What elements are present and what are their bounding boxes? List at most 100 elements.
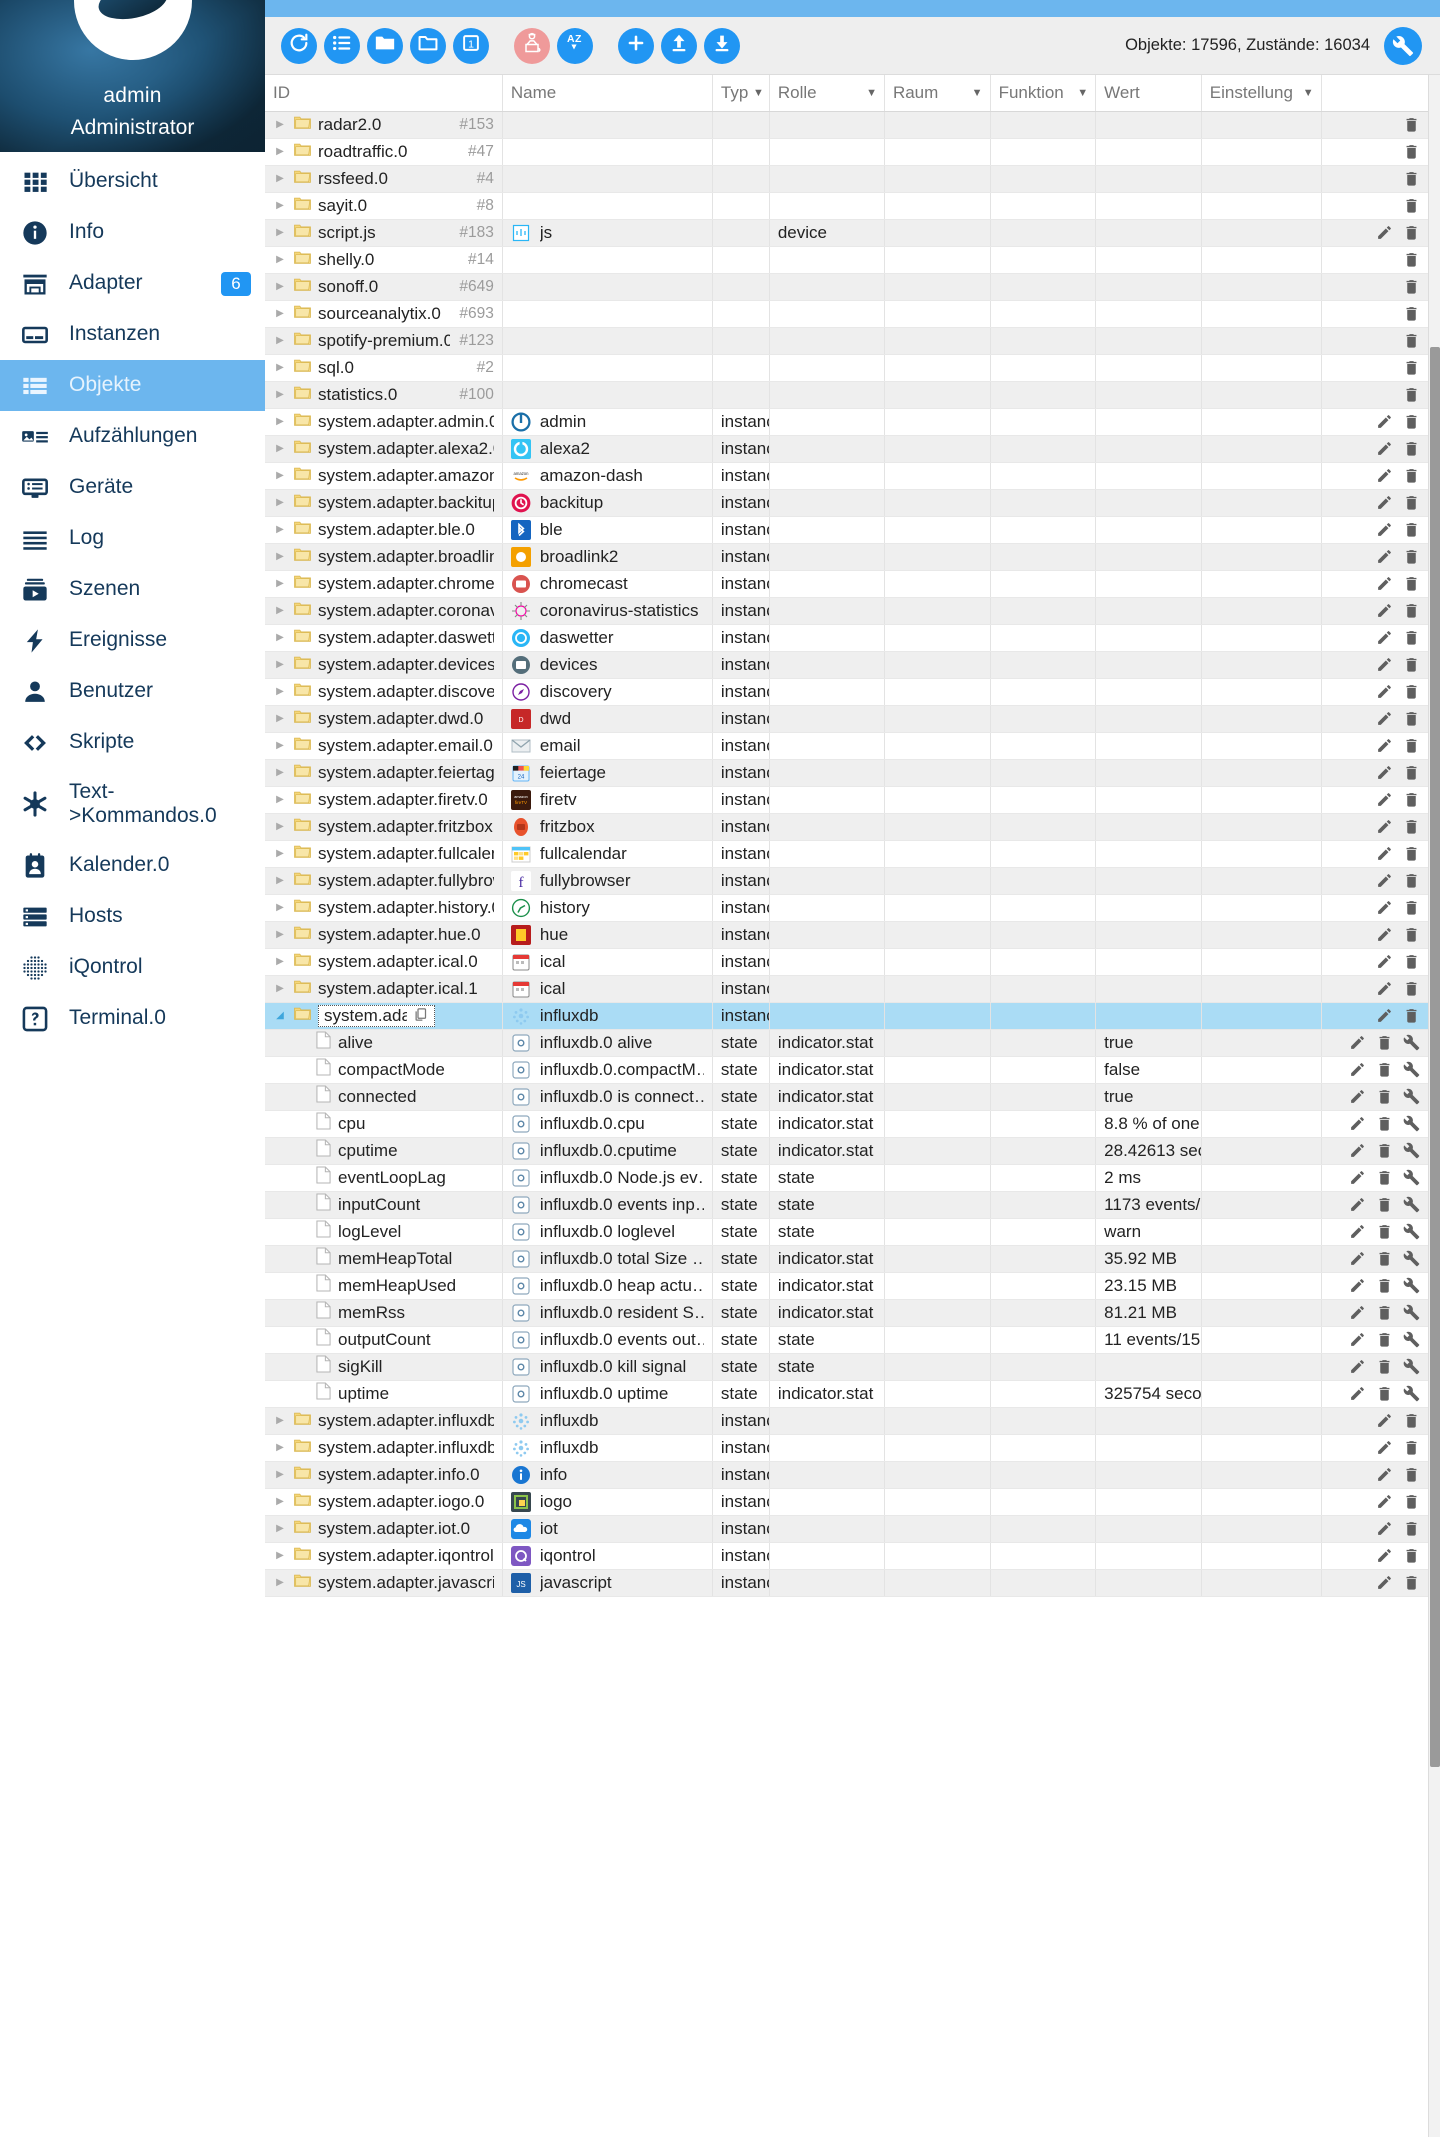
- edit-icon[interactable]: [1349, 1088, 1366, 1105]
- collapse-folders-button[interactable]: [367, 27, 403, 64]
- table-row-child[interactable]: outputCount influxdb.0 events out… state st…: [265, 1326, 1439, 1354]
- delete-icon[interactable]: [1403, 1574, 1420, 1591]
- table-row-child[interactable]: memRss influxdb.0 resident S… state indicat…: [265, 1299, 1439, 1327]
- edit-icon[interactable]: [1349, 1385, 1366, 1402]
- expert-mode-button[interactable]: [514, 27, 550, 64]
- delete-icon[interactable]: [1403, 980, 1420, 997]
- delete-icon[interactable]: [1403, 143, 1420, 160]
- table-row-child[interactable]: cputime influxdb.0.cputime state indicator.…: [265, 1137, 1439, 1165]
- edit-icon[interactable]: [1376, 1439, 1393, 1456]
- expand-triangle-icon[interactable]: ▶: [273, 767, 287, 778]
- chevron-down-icon[interactable]: ▼: [753, 87, 764, 99]
- delete-icon[interactable]: [1403, 413, 1420, 430]
- table-row[interactable]: ▶ system.adapter.admin.0 admin instanc: [265, 408, 1439, 436]
- expand-triangle-icon[interactable]: ▶: [273, 227, 287, 238]
- delete-icon[interactable]: [1403, 656, 1420, 673]
- delete-icon[interactable]: [1403, 278, 1420, 295]
- edit-icon[interactable]: [1349, 1304, 1366, 1321]
- delete-icon[interactable]: [1376, 1277, 1393, 1294]
- table-row[interactable]: ▶ system.adapter.devices.0 devices instanc: [265, 651, 1439, 679]
- expand-triangle-icon[interactable]: ▶: [273, 686, 287, 697]
- table-row[interactable]: ▶ system.adapter.history.0 history instanc: [265, 894, 1439, 922]
- sidebar-item-skripte[interactable]: Skripte: [0, 717, 265, 768]
- delete-icon[interactable]: [1403, 251, 1420, 268]
- delete-icon[interactable]: [1376, 1304, 1393, 1321]
- cell-id[interactable]: ▶ roadtraffic.0 #47: [265, 138, 503, 166]
- delete-icon[interactable]: [1403, 467, 1420, 484]
- table-row[interactable]: ▶ system.adapter.javascript.0 JS javascript…: [265, 1569, 1439, 1597]
- delete-icon[interactable]: [1376, 1223, 1393, 1240]
- table-row[interactable]: ▶ radar2.0 #153: [265, 111, 1439, 139]
- delete-icon[interactable]: [1403, 1439, 1420, 1456]
- cell-id[interactable]: ▶ system.adapter.ical.0: [265, 948, 503, 976]
- cell-id[interactable]: ▶ system.adapter.dwd.0: [265, 705, 503, 733]
- column-header-id[interactable]: ID: [265, 75, 503, 112]
- chevron-down-icon[interactable]: ▼: [866, 87, 877, 99]
- cell-id[interactable]: ▶ system.adapter.iqontrol.0: [265, 1542, 503, 1570]
- expand-triangle-icon[interactable]: ▶: [273, 443, 287, 454]
- expand-triangle-icon[interactable]: ▶: [273, 146, 287, 157]
- edit-icon[interactable]: [1376, 899, 1393, 916]
- settings-icon[interactable]: [1403, 1169, 1420, 1186]
- cell-id[interactable]: ▶ system.adapter.devices.0: [265, 651, 503, 679]
- cell-id[interactable]: ▶ system.adapter.influxdb.2: [265, 1434, 503, 1462]
- table-row[interactable]: ▶ system.adapter.ble.0 ble instanc: [265, 516, 1439, 544]
- edit-icon[interactable]: [1376, 1547, 1393, 1564]
- table-row[interactable]: ▶ rssfeed.0 #4: [265, 165, 1439, 193]
- delete-icon[interactable]: [1376, 1358, 1393, 1375]
- delete-icon[interactable]: [1403, 1007, 1420, 1024]
- cell-id[interactable]: ▶ system.adapter.fritzbox.0: [265, 813, 503, 841]
- settings-icon[interactable]: [1403, 1061, 1420, 1078]
- edit-icon[interactable]: [1376, 845, 1393, 862]
- cell-id[interactable]: ▶ script.js #183: [265, 219, 503, 247]
- cell-id[interactable]: ▶ system.adapter.javascript.0: [265, 1569, 503, 1597]
- expand-triangle-icon[interactable]: ▶: [273, 605, 287, 616]
- table-row[interactable]: ▶ sayit.0 #8: [265, 192, 1439, 220]
- sidebar-item-instanzen[interactable]: Instanzen: [0, 309, 265, 360]
- cell-id[interactable]: sigKill: [265, 1353, 503, 1381]
- expand-folders-button[interactable]: [410, 27, 446, 64]
- column-header-typ[interactable]: Typ ▼: [712, 75, 770, 112]
- cell-id[interactable]: ▶ sql.0 #2: [265, 354, 503, 382]
- delete-icon[interactable]: [1403, 683, 1420, 700]
- export-button[interactable]: [704, 27, 740, 64]
- column-header-eins[interactable]: Einstellung ▼: [1201, 75, 1322, 112]
- edit-icon[interactable]: [1349, 1196, 1366, 1213]
- delete-icon[interactable]: [1403, 170, 1420, 187]
- table-row[interactable]: ▶ system.adapter.email.0 email instanc: [265, 732, 1439, 760]
- expand-all-button[interactable]: [324, 27, 360, 64]
- expand-triangle-icon[interactable]: ▶: [273, 1469, 287, 1480]
- collapse-triangle-icon[interactable]: ◢: [273, 1010, 287, 1021]
- chevron-down-icon[interactable]: ▼: [1303, 87, 1314, 99]
- cell-id[interactable]: ▶ shelly.0 #14: [265, 246, 503, 274]
- edit-icon[interactable]: [1376, 467, 1393, 484]
- expand-triangle-icon[interactable]: ▶: [273, 173, 287, 184]
- edit-icon[interactable]: [1376, 1466, 1393, 1483]
- edit-icon[interactable]: [1376, 737, 1393, 754]
- table-row-child[interactable]: logLevel influxdb.0 loglevel state state war…: [265, 1218, 1439, 1246]
- delete-icon[interactable]: [1403, 710, 1420, 727]
- cell-id[interactable]: uptime: [265, 1380, 503, 1408]
- cell-id[interactable]: eventLoopLag: [265, 1164, 503, 1192]
- cell-id[interactable]: ▶ spotify-premium.0 #123: [265, 327, 503, 355]
- cell-id[interactable]: ▶ system.adapter.daswetter.0: [265, 624, 503, 652]
- edit-icon[interactable]: [1349, 1142, 1366, 1159]
- expand-triangle-icon[interactable]: ▶: [273, 362, 287, 373]
- cell-id[interactable]: ▶ system.adapter.discovery.0: [265, 678, 503, 706]
- edit-icon[interactable]: [1349, 1331, 1366, 1348]
- table-row-child[interactable]: alive influxdb.0 alive state indicator.stat…: [265, 1029, 1439, 1057]
- table-row[interactable]: ▶ system.adapter.daswetter.0 daswetter inst…: [265, 624, 1439, 652]
- table-row[interactable]: ▶ system.adapter.fritzbox.0 fritzbox instan…: [265, 813, 1439, 841]
- edit-icon[interactable]: [1376, 575, 1393, 592]
- edit-icon[interactable]: [1376, 1574, 1393, 1591]
- edit-icon[interactable]: [1349, 1277, 1366, 1294]
- table-row[interactable]: ▶ system.adapter.firetv.0 amazon fireTV fire…: [265, 786, 1439, 814]
- cell-id[interactable]: ◢ system.adapte: [265, 1002, 503, 1030]
- edit-icon[interactable]: [1376, 602, 1393, 619]
- sidebar-item-benutzer[interactable]: Benutzer: [0, 666, 265, 717]
- sidebar-item-szenen[interactable]: Szenen: [0, 564, 265, 615]
- table-row[interactable]: ▶ spotify-premium.0 #123: [265, 327, 1439, 355]
- edit-icon[interactable]: [1349, 1115, 1366, 1132]
- delete-icon[interactable]: [1376, 1169, 1393, 1186]
- expand-triangle-icon[interactable]: ▶: [273, 740, 287, 751]
